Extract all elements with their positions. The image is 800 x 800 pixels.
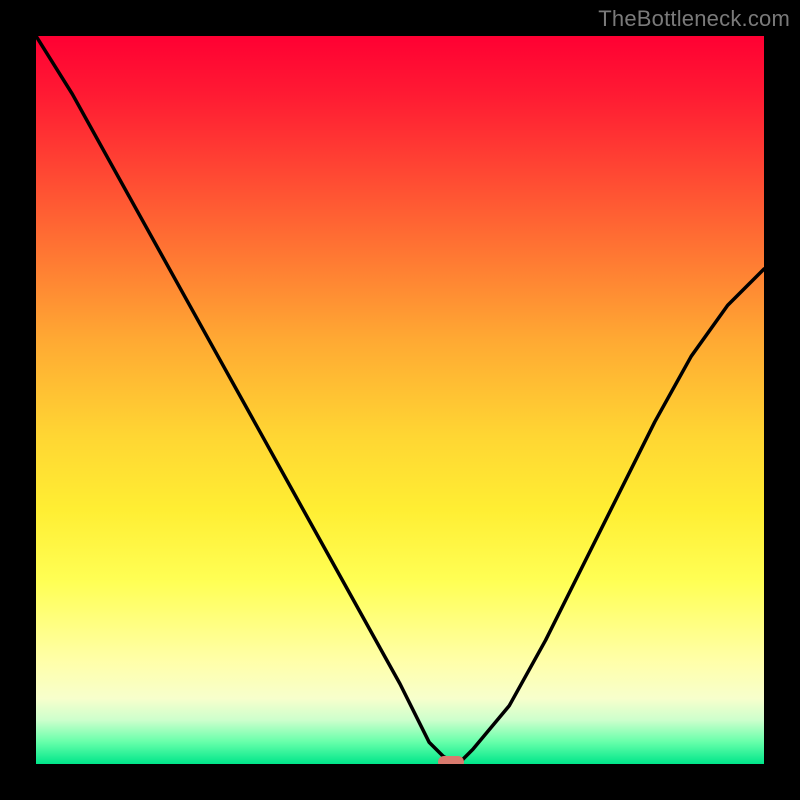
chart-frame: TheBottleneck.com [0,0,800,800]
plot-area [36,36,764,764]
optimal-marker [438,756,464,764]
bottleneck-curve [36,36,764,764]
watermark-text: TheBottleneck.com [598,6,790,32]
